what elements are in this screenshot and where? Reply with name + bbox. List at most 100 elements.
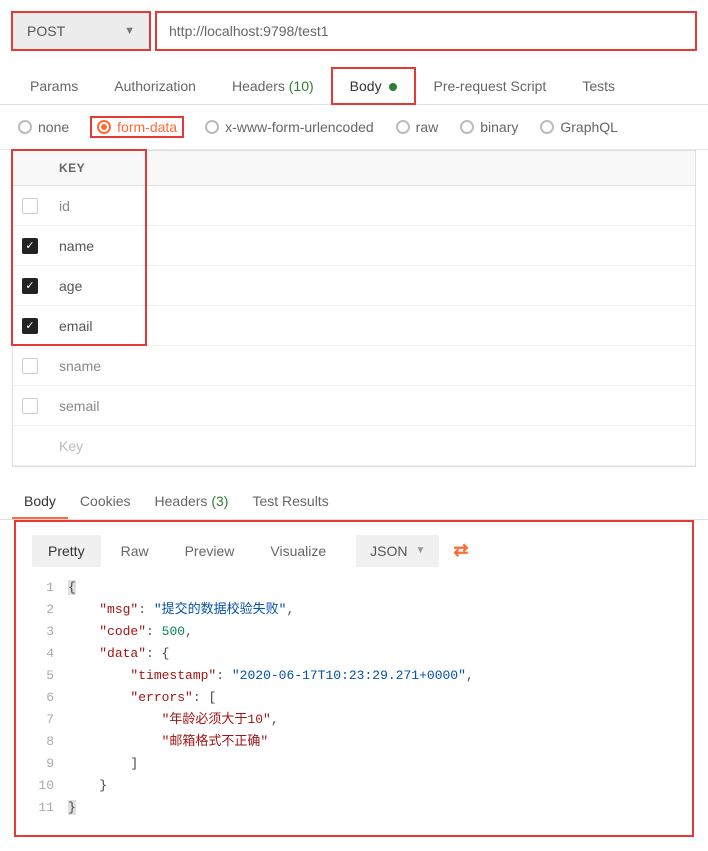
view-preview-button[interactable]: Preview — [169, 535, 251, 567]
table-row[interactable]: ✓ age — [13, 266, 695, 306]
row-checkbox[interactable]: ✓ — [22, 278, 38, 294]
row-checkbox[interactable] — [22, 198, 38, 214]
radio-form-data[interactable]: form-data — [91, 117, 183, 137]
line-number: 11 — [30, 797, 68, 819]
resp-tab-headers[interactable]: Headers (3) — [143, 485, 241, 519]
table-row[interactable]: ✓ email — [13, 306, 695, 346]
key-cell[interactable]: semail — [47, 390, 695, 422]
line-number: 9 — [30, 753, 68, 775]
table-row-new[interactable]: Key — [13, 426, 695, 466]
table-row[interactable]: ✓ name — [13, 226, 695, 266]
code-token: "提交的数据校验失败" — [154, 602, 287, 617]
line-number: 6 — [30, 687, 68, 709]
code-token: "2020-06-17T10:23:29.271+0000" — [232, 668, 466, 683]
radio-none[interactable]: none — [18, 119, 69, 135]
language-select[interactable]: JSON ▼ — [356, 535, 439, 567]
code-token: "年龄必须大于10" — [162, 712, 271, 727]
row-checkbox[interactable] — [22, 398, 38, 414]
line-number: 7 — [30, 709, 68, 731]
radio-urlencoded-label: x-www-form-urlencoded — [225, 119, 374, 135]
dot-icon — [389, 83, 397, 91]
line-number: 1 — [30, 577, 68, 599]
tab-tests[interactable]: Tests — [564, 68, 633, 104]
radio-raw-label: raw — [416, 119, 439, 135]
radio-icon — [205, 120, 219, 134]
key-cell[interactable]: age — [47, 270, 695, 302]
tab-params[interactable]: Params — [12, 68, 96, 104]
language-value: JSON — [370, 543, 407, 559]
http-method-select[interactable]: POST ▼ — [12, 12, 150, 50]
http-method-value: POST — [27, 23, 65, 39]
row-checkbox[interactable] — [22, 358, 38, 374]
tab-headers-label: Headers — [232, 78, 285, 94]
radio-binary-label: binary — [480, 119, 518, 135]
tab-headers-count: (10) — [289, 78, 314, 94]
response-code[interactable]: 1{ 2 "msg": "提交的数据校验失败", 3 "code": 500, … — [30, 577, 678, 819]
url-value: http://localhost:9798/test1 — [169, 23, 329, 39]
tab-authorization[interactable]: Authorization — [96, 68, 214, 104]
table-row[interactable]: semail — [13, 386, 695, 426]
url-input[interactable]: http://localhost:9798/test1 — [156, 12, 696, 50]
radio-form-data-label: form-data — [117, 119, 177, 135]
radio-urlencoded[interactable]: x-www-form-urlencoded — [205, 119, 374, 135]
line-number: 4 — [30, 643, 68, 665]
radio-none-label: none — [38, 119, 69, 135]
radio-raw[interactable]: raw — [396, 119, 439, 135]
code-token: "timestamp" — [130, 668, 216, 683]
tab-body[interactable]: Body — [332, 68, 416, 104]
code-token: "msg" — [99, 602, 138, 617]
resp-tab-cookies[interactable]: Cookies — [68, 485, 143, 519]
line-number: 5 — [30, 665, 68, 687]
key-cell[interactable]: id — [47, 190, 695, 222]
code-token: } — [68, 800, 76, 815]
code-token: "errors" — [130, 690, 192, 705]
response-toolbar: Pretty Raw Preview Visualize JSON ▼ ⇄ — [16, 524, 692, 577]
row-checkbox[interactable]: ✓ — [22, 238, 38, 254]
radio-graphql-label: GraphQL — [560, 119, 618, 135]
key-cell[interactable]: email — [47, 310, 695, 342]
radio-graphql[interactable]: GraphQL — [540, 119, 618, 135]
response-tabs: Body Cookies Headers (3) Test Results — [0, 479, 708, 520]
body-type-radios: none form-data x-www-form-urlencoded raw… — [0, 105, 708, 150]
code-token: 500 — [162, 624, 185, 639]
key-placeholder[interactable]: Key — [47, 430, 695, 462]
code-token: { — [162, 646, 170, 661]
chevron-down-icon: ▼ — [416, 545, 426, 556]
line-number: 3 — [30, 621, 68, 643]
table-row[interactable]: sname — [13, 346, 695, 386]
key-cell[interactable]: sname — [47, 350, 695, 382]
code-token: ] — [130, 756, 138, 771]
key-cell[interactable]: name — [47, 230, 695, 262]
tab-prerequest[interactable]: Pre-request Script — [415, 68, 564, 104]
radio-binary[interactable]: binary — [460, 119, 518, 135]
radio-icon — [396, 120, 410, 134]
tab-headers[interactable]: Headers (10) — [214, 68, 332, 104]
code-token: "code" — [99, 624, 146, 639]
code-token: } — [99, 778, 107, 793]
col-key-header: KEY — [47, 151, 695, 185]
resp-tab-headers-label: Headers — [155, 493, 208, 509]
radio-icon — [18, 120, 32, 134]
wrap-lines-icon[interactable]: ⇄ — [443, 534, 478, 567]
view-pretty-button[interactable]: Pretty — [32, 535, 101, 567]
tab-body-label: Body — [350, 78, 382, 94]
line-number: 8 — [30, 731, 68, 753]
form-data-table: KEY id ✓ name ✓ age ✓ email sname semail… — [12, 150, 696, 467]
table-row[interactable]: id — [13, 186, 695, 226]
code-token: "邮箱格式不正确" — [162, 734, 269, 749]
view-visualize-button[interactable]: Visualize — [254, 535, 342, 567]
table-header: KEY — [13, 150, 695, 186]
resp-tab-headers-count: (3) — [211, 493, 228, 509]
line-number: 2 — [30, 599, 68, 621]
request-tabs: Params Authorization Headers (10) Body P… — [0, 58, 708, 105]
row-checkbox[interactable]: ✓ — [22, 318, 38, 334]
resp-tab-testresults[interactable]: Test Results — [240, 485, 340, 519]
view-raw-button[interactable]: Raw — [105, 535, 165, 567]
response-panel: Pretty Raw Preview Visualize JSON ▼ ⇄ 1{… — [14, 520, 694, 837]
code-token: "data" — [99, 646, 146, 661]
radio-icon — [97, 120, 111, 134]
code-token: { — [68, 580, 76, 595]
resp-tab-body[interactable]: Body — [12, 485, 68, 519]
radio-icon — [540, 120, 554, 134]
line-number: 10 — [30, 775, 68, 797]
